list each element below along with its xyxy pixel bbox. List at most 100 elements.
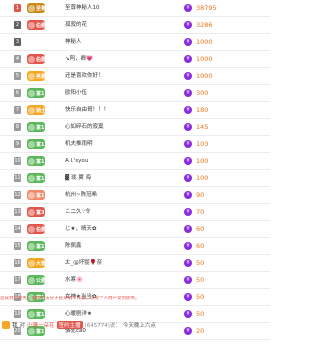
score-value: 60 — [196, 242, 205, 250]
chat-target-id: (645774)说： — [84, 323, 121, 329]
list-item[interactable]: 16 大客 ㄤ_@坏㍿🌹奈 ¥50 — [0, 255, 270, 272]
badge-icon — [28, 276, 35, 284]
chat-user-icon — [2, 321, 10, 329]
user-name[interactable]: 陈佩鑫 — [65, 242, 82, 251]
coin-icon: ¥ — [184, 123, 192, 131]
badge-label: 富1 — [36, 90, 45, 97]
list-item[interactable]: 3 神秘人 ¥1000 — [0, 34, 270, 51]
level-badge: 骑士 — [27, 105, 45, 115]
badge-label: 公爵 — [36, 277, 45, 284]
list-item[interactable]: 15 富1 陈佩鑫 ¥60 — [0, 238, 270, 255]
list-item[interactable]: 13 富3 こ二久∵令 ¥70 — [0, 204, 270, 221]
rank-number: 2 — [14, 21, 21, 29]
list-item[interactable]: 2 伯爵 孤寂的花 ¥3286 — [0, 17, 270, 34]
user-name[interactable]: こ二久∵令 — [65, 208, 91, 217]
level-badge: 伯爵 — [27, 224, 45, 234]
badge-label: 至尊 — [36, 5, 45, 12]
chat-target[interactable]: 小骚一朵花 — [27, 321, 55, 329]
coin-icon: ¥ — [184, 191, 192, 199]
list-item[interactable]: 17 公爵 水寒🌸 ¥50 — [0, 272, 270, 289]
badge-icon — [28, 106, 35, 114]
user-name[interactable]: 快乐自由哥！！！ — [65, 106, 109, 115]
coin-icon: ¥ — [184, 259, 192, 267]
list-item[interactable]: 6 富1 欧阳小伍 ¥300 — [0, 85, 270, 102]
chat-sender[interactable]: 我 — [12, 321, 18, 329]
rank-number: 16 — [14, 259, 21, 267]
badge-icon — [28, 89, 35, 97]
badge-label: 大客 — [36, 260, 45, 267]
coin-icon: ¥ — [184, 174, 192, 182]
rank-number: 1 — [14, 4, 21, 12]
rank-number: 13 — [14, 208, 21, 216]
score-value: 100 — [196, 174, 209, 182]
score-value: 180 — [196, 106, 209, 114]
badge-label: 富1 — [36, 243, 45, 250]
badge-icon — [28, 140, 35, 148]
badge-icon — [28, 242, 35, 250]
user-name[interactable]: ㄤ_@坏㍿🌹奈 — [65, 259, 102, 268]
chat-role-tag: 签约主播 — [56, 321, 83, 329]
user-name[interactable]: 水寒🌸 — [65, 276, 83, 285]
score-value: 50 — [196, 276, 205, 284]
badge-icon — [28, 174, 35, 182]
user-name[interactable]: 杭州~陈冠希 — [65, 191, 97, 200]
user-name[interactable]: 至尊神秘人10 — [65, 4, 100, 13]
level-badge: 富1 — [27, 122, 45, 132]
level-badge: 公爵 — [27, 275, 45, 285]
rank-number: 10 — [14, 157, 21, 165]
coin-icon: ¥ — [184, 140, 192, 148]
leaderboard-list: 1 至尊 至尊神秘人10 ¥38795 2 伯爵 孤寂的花 ¥3286 3 神秘人 ¥1000 4 伯爵… — [0, 0, 270, 340]
list-item[interactable]: 1 至尊 至尊神秘人10 ¥38795 — [0, 0, 270, 17]
score-value: 60 — [196, 225, 205, 233]
score-value: 1000 — [196, 55, 213, 63]
badge-icon — [28, 123, 35, 131]
badge-label: 伯爵 — [36, 226, 45, 233]
user-name[interactable]: 心如碎石的寂寞 — [65, 123, 104, 132]
user-name[interactable]: じ★，晴天✿ — [65, 225, 97, 234]
list-item[interactable]: 9 富1 机夫推雨明 ¥103 — [0, 136, 270, 153]
score-value: 90 — [196, 191, 205, 199]
user-name[interactable]: 神秘人 — [65, 38, 82, 47]
badge-label: 富1 — [36, 141, 45, 148]
badge-label: 富1 — [36, 158, 45, 165]
coin-icon: ¥ — [184, 106, 192, 114]
user-name[interactable]: ↘阿，卿💗 — [65, 55, 93, 64]
list-item[interactable]: 8 富1 心如碎石的寂寞 ¥145 — [0, 119, 270, 136]
rank-number: 14 — [14, 225, 21, 233]
list-item[interactable]: 10 富1 A l.'syou ¥100 — [0, 153, 270, 170]
level-badge: 富1 — [27, 190, 45, 200]
user-name[interactable]: 还是喜欢你好！ — [65, 72, 104, 81]
user-name[interactable]: 孤寂的花 — [65, 21, 87, 30]
coin-icon: ¥ — [184, 208, 192, 216]
rank-number: 7 — [14, 106, 21, 114]
list-item[interactable]: 14 伯爵 じ★，晴天✿ ¥60 — [0, 221, 270, 238]
list-item[interactable]: 4 伯爵 ↘阿，卿💗 ¥1000 — [0, 51, 270, 68]
coin-icon: ¥ — [184, 157, 192, 165]
level-badge: 富3 — [27, 207, 45, 217]
list-item[interactable]: 7 骑士 快乐自由哥！！！ ¥180 — [0, 102, 270, 119]
score-value: 1000 — [196, 72, 213, 80]
level-badge: 大客 — [27, 258, 45, 268]
user-name[interactable]: ▓ 珑 翼 海 — [65, 174, 91, 183]
level-badge: 至尊 — [27, 3, 45, 13]
badge-label: 富1 — [36, 192, 45, 199]
score-value: 50 — [196, 259, 205, 267]
list-item[interactable]: 11 富1 ▓ 珑 翼 海 ¥100 — [0, 170, 270, 187]
score-value: 38795 — [196, 4, 217, 12]
coin-icon: ¥ — [184, 242, 192, 250]
chat-message: 我 对 小骚一朵花 签约主播 (645774)说： 今天晚上六点 — [2, 320, 156, 330]
coin-icon: ¥ — [184, 38, 192, 46]
score-value: 70 — [196, 208, 205, 216]
badge-label: 伯爵 — [36, 56, 45, 63]
coin-icon: ¥ — [184, 225, 192, 233]
safety-notice: 造成财产损失，警惕不法分子冒充他人诈骗，以免个人财产受到损失。 — [0, 296, 140, 301]
list-item[interactable]: 12 富1 杭州~陈冠希 ¥90 — [0, 187, 270, 204]
rank-number: 9 — [14, 140, 21, 148]
user-name[interactable]: 机夫推雨明 — [65, 140, 93, 149]
level-badge: 富1 — [27, 139, 45, 149]
coin-icon: ¥ — [184, 72, 192, 80]
score-value: 3286 — [196, 21, 213, 29]
user-name[interactable]: 欧阳小伍 — [65, 89, 87, 98]
user-name[interactable]: A l.'syou — [65, 157, 88, 166]
list-item[interactable]: 5 男爵 还是喜欢你好！ ¥1000 — [0, 68, 270, 85]
